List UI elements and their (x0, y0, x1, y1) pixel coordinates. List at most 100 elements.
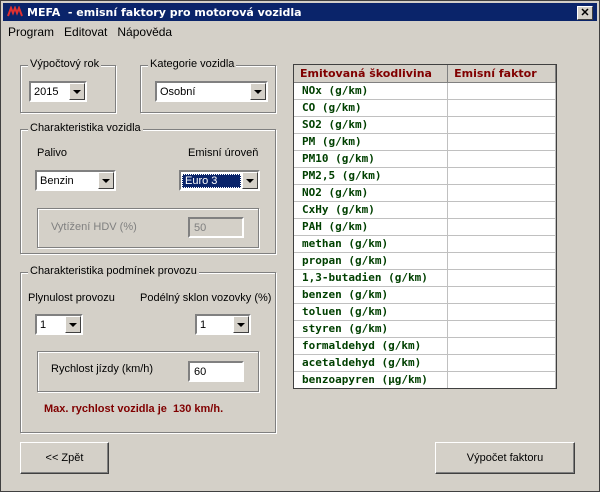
factor-cell[interactable] (447, 252, 556, 270)
table-row[interactable]: CO (g/km) (294, 99, 556, 117)
window-title: MEFA - emisní faktory pro motorová vozid… (27, 5, 302, 19)
emission-level-select[interactable]: Euro 3 (179, 170, 260, 191)
pollutant-cell: NOx (g/km) (294, 82, 449, 100)
factor-cell[interactable] (447, 167, 556, 185)
speed-label: Rychlost jízdy (km/h) (51, 363, 154, 375)
pollutant-cell: NO2 (g/km) (294, 184, 449, 202)
fuel-select[interactable]: Benzin (35, 170, 116, 191)
factor-cell[interactable] (447, 269, 556, 287)
emission-level-value: Euro 3 (182, 173, 241, 188)
pollutant-cell: 1,3-butadien (g/km) (294, 269, 449, 287)
back-button[interactable]: << Zpět (20, 442, 109, 474)
close-icon[interactable]: ✕ (577, 6, 593, 20)
title-bar: MEFA - emisní faktory pro motorová vozid… (3, 3, 597, 21)
speed-input[interactable]: 60 (188, 361, 244, 382)
factor-cell[interactable] (447, 82, 556, 100)
hdv-load-input[interactable]: 50 (188, 217, 244, 238)
chevron-down-icon[interactable] (69, 83, 85, 100)
pollutant-cell: PAH (g/km) (294, 218, 449, 236)
pollutant-cell: CO (g/km) (294, 99, 449, 117)
emission-table: Emitovaná škodlivina Emisní faktor NOx (… (293, 64, 557, 389)
factor-cell[interactable] (447, 235, 556, 253)
pollutant-cell: acetaldehyd (g/km) (294, 354, 449, 372)
chevron-down-icon[interactable] (98, 172, 114, 189)
compute-factor-button[interactable]: Výpočet faktoru (435, 442, 575, 474)
factor-cell[interactable] (447, 201, 556, 219)
table-row[interactable]: 1,3-butadien (g/km) (294, 269, 556, 287)
fuel-value: Benzin (40, 174, 74, 187)
table-row[interactable]: SO2 (g/km) (294, 116, 556, 134)
fuel-label: Palivo (37, 147, 67, 159)
factor-cell[interactable] (447, 371, 556, 388)
factor-cell[interactable] (447, 184, 556, 202)
pollutant-cell: PM (g/km) (294, 133, 449, 151)
table-row[interactable]: propan (g/km) (294, 252, 556, 270)
factor-cell[interactable] (447, 303, 556, 321)
pollutant-cell: SO2 (g/km) (294, 116, 449, 134)
factor-cell[interactable] (447, 337, 556, 355)
factor-cell[interactable] (447, 133, 556, 151)
chevron-down-icon[interactable] (250, 83, 266, 100)
pollutant-cell: formaldehyd (g/km) (294, 337, 449, 355)
table-row[interactable]: toluen (g/km) (294, 303, 556, 321)
table-row[interactable]: PAH (g/km) (294, 218, 556, 236)
app-logo-icon (6, 5, 24, 19)
pollutant-cell: benzen (g/km) (294, 286, 449, 304)
max-speed-note: Max. rychlost vozidla je 130 km/h. (44, 403, 224, 415)
table-row[interactable]: benzoapyren (µg/km) (294, 371, 556, 388)
menu-program[interactable]: Program (3, 25, 59, 39)
category-select[interactable]: Osobní (155, 81, 268, 102)
table-header-row: Emitovaná škodlivina Emisní faktor (294, 65, 556, 83)
factor-cell[interactable] (447, 320, 556, 338)
pollutant-cell: methan (g/km) (294, 235, 449, 253)
menu-edit[interactable]: Editovat (59, 25, 112, 39)
factor-cell[interactable] (447, 354, 556, 372)
category-value: Osobní (160, 85, 196, 98)
table-row[interactable]: NO2 (g/km) (294, 184, 556, 202)
pollutant-cell: CxHy (g/km) (294, 201, 449, 219)
factor-cell[interactable] (447, 218, 556, 236)
pollutant-cell: styren (g/km) (294, 320, 449, 338)
year-select[interactable]: 2015 (29, 81, 87, 102)
table-row[interactable]: formaldehyd (g/km) (294, 337, 556, 355)
table-row[interactable]: methan (g/km) (294, 235, 556, 253)
pollutant-cell: benzoapyren (µg/km) (294, 371, 449, 388)
traffic-flow-select[interactable]: 1 (35, 314, 83, 335)
column-header-factor[interactable]: Emisní faktor (447, 65, 556, 83)
factor-cell[interactable] (447, 99, 556, 117)
chevron-down-icon[interactable] (242, 172, 258, 189)
traffic-flow-label: Plynulost provozu (28, 292, 115, 304)
vehicle-group-legend: Charakteristika vozidla (28, 122, 143, 134)
traffic-flow-value: 1 (40, 318, 47, 331)
table-row[interactable]: PM10 (g/km) (294, 150, 556, 168)
road-slope-select[interactable]: 1 (195, 314, 251, 335)
table-row[interactable]: styren (g/km) (294, 320, 556, 338)
chevron-down-icon[interactable] (233, 316, 249, 333)
main-window: MEFA - emisní faktory pro motorová vozid… (0, 0, 600, 492)
column-header-pollutant[interactable]: Emitovaná škodlivina (294, 65, 449, 83)
road-slope-label: Podélný sklon vozovky (%) (140, 292, 272, 304)
menu-bar: Program Editovat Nápověda (3, 22, 177, 41)
table-row[interactable]: acetaldehyd (g/km) (294, 354, 556, 372)
pollutant-cell: PM2,5 (g/km) (294, 167, 449, 185)
pollutant-cell: PM10 (g/km) (294, 150, 449, 168)
table-row[interactable]: CxHy (g/km) (294, 201, 556, 219)
emission-level-label: Emisní úroveň (188, 147, 259, 159)
pollutant-cell: propan (g/km) (294, 252, 449, 270)
conditions-group-legend: Charakteristika podmínek provozu (28, 265, 199, 277)
category-group-legend: Kategorie vozidla (148, 58, 237, 70)
table-row[interactable]: PM2,5 (g/km) (294, 167, 556, 185)
year-group-legend: Výpočtový rok (28, 58, 102, 70)
table-row[interactable]: NOx (g/km) (294, 82, 556, 100)
factor-cell[interactable] (447, 286, 556, 304)
factor-cell[interactable] (447, 150, 556, 168)
road-slope-value: 1 (200, 318, 207, 331)
menu-help[interactable]: Nápověda (112, 25, 177, 39)
pollutant-cell: toluen (g/km) (294, 303, 449, 321)
factor-cell[interactable] (447, 116, 556, 134)
chevron-down-icon[interactable] (65, 316, 81, 333)
table-row[interactable]: PM (g/km) (294, 133, 556, 151)
year-value: 2015 (34, 85, 59, 98)
hdv-load-label: Vytížení HDV (%) (51, 221, 137, 233)
table-row[interactable]: benzen (g/km) (294, 286, 556, 304)
